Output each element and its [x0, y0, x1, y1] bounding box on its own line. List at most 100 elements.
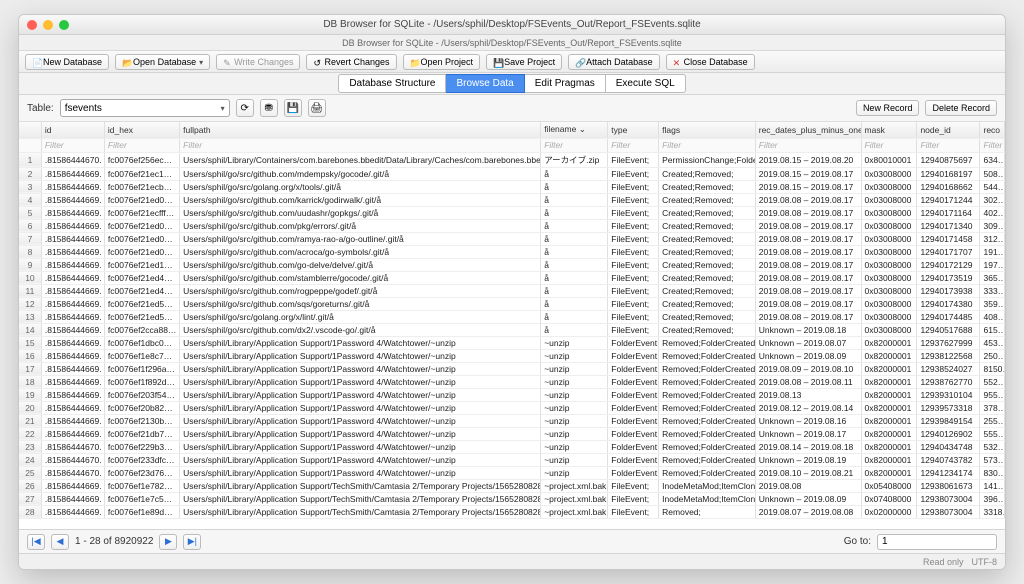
cell-dates[interactable]: Unknown – 2019.08.07 [755, 336, 861, 349]
cell-fullpath[interactable]: Users/sphil/Library/Application Support/… [180, 388, 541, 401]
filter-node[interactable]: Filter [917, 138, 980, 152]
cell-type[interactable]: FileEvent; [608, 219, 659, 232]
cell-filename[interactable]: ~unzip [541, 349, 608, 362]
table-row[interactable]: 22.81586444669.fc0076ef21db7…Users/sphil… [19, 427, 1005, 440]
cell-filename[interactable]: å [541, 297, 608, 310]
cell-id-hex[interactable]: fc0076ef21ed0… [104, 232, 179, 245]
cell-flags[interactable]: Created;Removed; [659, 284, 756, 297]
cell-filename[interactable]: å [541, 206, 608, 219]
cell-dates[interactable]: 2019.08.08 – 2019.08.17 [755, 258, 861, 271]
data-grid[interactable]: id id_hex fullpath filename ⌄ type flags… [19, 121, 1005, 529]
table-row[interactable]: 10.81586444669.fc0076ef21ed4…Users/sphil… [19, 271, 1005, 284]
cell-filename[interactable]: ~project.xml.bak [541, 479, 608, 492]
cell-id[interactable]: .81586444669. [41, 492, 104, 505]
cell-flags[interactable]: Created;Removed; [659, 297, 756, 310]
cell-dates[interactable]: 2019.08.08 – 2019.08.17 [755, 193, 861, 206]
filter-mask[interactable]: Filter [861, 138, 917, 152]
cell-reco[interactable]: 955… [980, 388, 1005, 401]
cell-id[interactable]: .81586444669. [41, 427, 104, 440]
cell-fullpath[interactable]: Users/sphil/Library/Application Support/… [180, 427, 541, 440]
cell-id[interactable]: .81586444669. [41, 336, 104, 349]
cell-type[interactable]: FileEvent; [608, 323, 659, 336]
tab-browse-data[interactable]: Browse Data [446, 74, 524, 93]
cell-id-hex[interactable]: fc0076ef21db7… [104, 427, 179, 440]
cell-flags[interactable]: Removed;FolderCreated; [659, 427, 756, 440]
cell-filename[interactable]: å [541, 323, 608, 336]
cell-dates[interactable]: 2019.08.15 – 2019.08.17 [755, 180, 861, 193]
cell-type[interactable]: FileEvent; [608, 193, 659, 206]
cell-filename[interactable]: å [541, 167, 608, 180]
goto-input[interactable] [877, 534, 997, 550]
cell-type[interactable]: FolderEvent; [608, 336, 659, 349]
cell-node[interactable]: 12938073004 [917, 492, 980, 505]
cell-id[interactable]: .81586444669. [41, 375, 104, 388]
cell-id-hex[interactable]: fc0076ef2cca88… [104, 323, 179, 336]
tab-edit-pragmas[interactable]: Edit Pragmas [525, 74, 606, 93]
cell-mask[interactable]: 0x03008000 [861, 193, 917, 206]
cell-flags[interactable]: Removed;FolderCreated; [659, 336, 756, 349]
new-database-button[interactable]: 📄New Database [25, 54, 109, 70]
cell-id[interactable]: .81586444669. [41, 401, 104, 414]
cell-node[interactable]: 12940875697 [917, 152, 980, 167]
cell-node[interactable]: 12938524027 [917, 362, 980, 375]
table-row[interactable]: 24.81586444670.fc0076ef233dfc…Users/sphi… [19, 453, 1005, 466]
cell-reco[interactable]: 365… [980, 271, 1005, 284]
cell-mask[interactable]: 0x03008000 [861, 271, 917, 284]
cell-fullpath[interactable]: Users/sphil/go/src/golang.org/x/lint/.gi… [180, 310, 541, 323]
cell-id[interactable]: .81586444669. [41, 271, 104, 284]
cell-id[interactable]: .81586444669. [41, 167, 104, 180]
cell-node[interactable]: 12940171340 [917, 219, 980, 232]
cell-id-hex[interactable]: fc0076ef2130b… [104, 414, 179, 427]
cell-reco[interactable]: 573… [980, 453, 1005, 466]
cell-node[interactable]: 12940171707 [917, 245, 980, 258]
table-row[interactable]: 13.81586444669.fc0076ef21ed5…Users/sphil… [19, 310, 1005, 323]
cell-mask[interactable]: 0x82000001 [861, 375, 917, 388]
cell-node[interactable]: 12939849154 [917, 414, 980, 427]
cell-type[interactable]: FolderEvent; [608, 466, 659, 479]
cell-id-hex[interactable]: fc0076ef1f296a… [104, 362, 179, 375]
cell-fullpath[interactable]: Users/sphil/go/src/github.com/stamblerre… [180, 271, 541, 284]
close-icon[interactable] [27, 20, 37, 30]
cell-type[interactable]: FileEvent; [608, 271, 659, 284]
cell-fullpath[interactable]: Users/sphil/Library/Application Support/… [180, 375, 541, 388]
cell-id[interactable]: .81586444669. [41, 219, 104, 232]
first-page-button[interactable]: |◀ [27, 534, 45, 550]
cell-reco[interactable]: 250… [980, 349, 1005, 362]
cell-mask[interactable]: 0x82000001 [861, 401, 917, 414]
cell-node[interactable]: 12940743782 [917, 453, 980, 466]
cell-type[interactable]: FileEvent; [608, 284, 659, 297]
cell-mask[interactable]: 0x03008000 [861, 323, 917, 336]
cell-flags[interactable]: Created;Removed; [659, 258, 756, 271]
table-row[interactable]: 27.81586444669.fc0076ef1e7c5…Users/sphil… [19, 492, 1005, 505]
cell-node[interactable]: 12940174380 [917, 297, 980, 310]
cell-id[interactable]: .81586444669. [41, 323, 104, 336]
cell-reco[interactable]: 141… [980, 479, 1005, 492]
table-row[interactable]: 14.81586444669.fc0076ef2cca88…Users/sphi… [19, 323, 1005, 336]
table-row[interactable]: 16.81586444669.fc0076ef1e8c7…Users/sphil… [19, 349, 1005, 362]
cell-filename[interactable]: ~project.xml.bak [541, 492, 608, 505]
cell-fullpath[interactable]: Users/sphil/go/src/github.com/sqs/goretu… [180, 297, 541, 310]
cell-dates[interactable]: 2019.08.08 – 2019.08.11 [755, 375, 861, 388]
cell-type[interactable]: FileEvent; [608, 492, 659, 505]
cell-id-hex[interactable]: fc0076ef23d76… [104, 466, 179, 479]
cell-filename[interactable]: ~unzip [541, 414, 608, 427]
cell-flags[interactable]: Created;Removed; [659, 245, 756, 258]
cell-filename[interactable]: ~unzip [541, 440, 608, 453]
tab-execute-sql[interactable]: Execute SQL [606, 74, 686, 93]
cell-fullpath[interactable]: Users/sphil/go/src/github.com/ramya-rao-… [180, 232, 541, 245]
cell-dates[interactable]: 2019.08.08 – 2019.08.17 [755, 206, 861, 219]
cell-node[interactable]: 12940173938 [917, 284, 980, 297]
cell-reco[interactable]: 378… [980, 401, 1005, 414]
cell-id[interactable]: .81586444669. [41, 297, 104, 310]
cell-flags[interactable]: Created;Removed; [659, 219, 756, 232]
cell-mask[interactable]: 0x82000001 [861, 453, 917, 466]
print-button[interactable]: 🖨 [308, 99, 326, 117]
close-database-button[interactable]: ✕Close Database [666, 54, 755, 70]
col-flags[interactable]: flags [659, 122, 756, 138]
cell-mask[interactable]: 0x07408000 [861, 492, 917, 505]
cell-reco[interactable]: 396… [980, 492, 1005, 505]
cell-reco[interactable]: 3318… [980, 505, 1005, 518]
cell-type[interactable]: FolderEvent; [608, 349, 659, 362]
cell-reco[interactable]: 555… [980, 427, 1005, 440]
cell-fullpath[interactable]: Users/sphil/go/src/github.com/rogpeppe/g… [180, 284, 541, 297]
